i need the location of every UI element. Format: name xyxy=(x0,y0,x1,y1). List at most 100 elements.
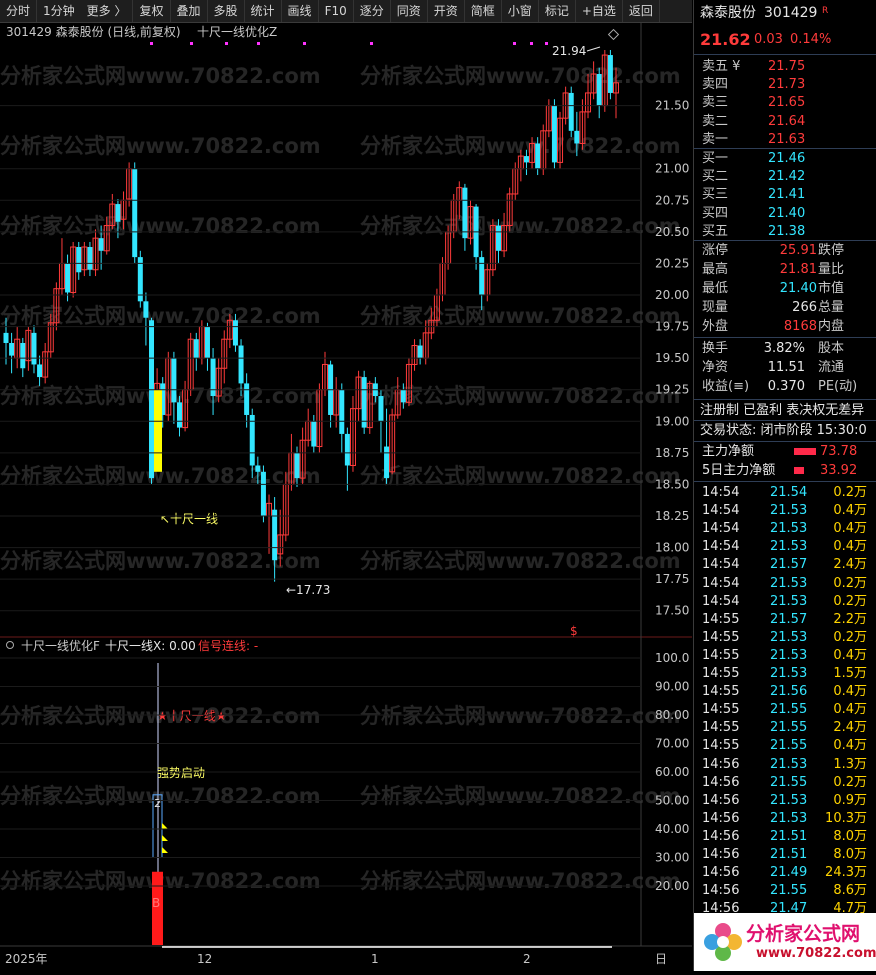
flow-row: 5日主力净额 33.92 xyxy=(702,463,858,478)
logo-text: 分析家公式网 xyxy=(746,923,861,945)
candle xyxy=(344,427,350,491)
tick-row: 14:54 21.57 2.4万 xyxy=(702,557,867,573)
toolbar-button-15[interactable]: +自选 xyxy=(576,0,623,22)
candle xyxy=(484,263,491,302)
price-change-pct: 0.14% xyxy=(790,32,832,47)
main-y-tick: 18.00 xyxy=(655,541,689,555)
tick-row: 14:56 21.51 8.0万 xyxy=(702,847,867,862)
signal-dot xyxy=(190,42,193,45)
toolbar-button-0[interactable]: 分时 xyxy=(0,0,38,22)
toolbar-button-12[interactable]: 简框 xyxy=(465,0,502,22)
toolbar-button-2[interactable]: 更多 〉 xyxy=(81,0,134,22)
stock-name: 森泰股份 xyxy=(700,5,756,21)
stat-row: 换手 3.82% 股本 xyxy=(702,341,845,356)
yellow-marker xyxy=(162,847,168,853)
quote-panel: 森泰股份 301429 R 21.62 0.03 0.14% 卖五 ¥21.75… xyxy=(693,0,876,971)
candle xyxy=(9,332,15,374)
stat-row: 收益(≡) 0.370 PE(动) xyxy=(702,379,858,394)
candle xyxy=(31,325,37,374)
candle xyxy=(193,332,199,371)
period-label[interactable]: 日 xyxy=(655,952,667,966)
main-y-tick: 20.75 xyxy=(655,193,689,207)
flow-bar xyxy=(794,448,816,455)
toolbar-button-11[interactable]: 开资 xyxy=(428,0,465,22)
toolbar-button-13[interactable]: 小窗 xyxy=(502,0,539,22)
toolbar-button-3[interactable]: 复权 xyxy=(133,0,171,22)
sub-y-tick: 70.00 xyxy=(655,737,689,751)
flow-row: 主力净额 73.78 xyxy=(702,444,858,459)
candle xyxy=(20,337,26,378)
main-indicator-name: 十尺一线优化Z xyxy=(197,25,277,39)
main-chart-title: 301429 森泰股份 (日线,前复权) xyxy=(6,24,181,39)
yellow-marker xyxy=(162,823,168,829)
price-change: 0.03 xyxy=(754,32,783,47)
candle xyxy=(607,50,613,100)
toolbar-button-4[interactable]: 叠加 xyxy=(171,0,208,22)
toolbar-button-5[interactable]: 多股 xyxy=(208,0,245,22)
candle xyxy=(328,360,334,428)
stock-tags: 注册制 已盈利 表决权无差异 xyxy=(700,403,865,418)
main-dollar-marker: $ xyxy=(570,624,578,638)
sub-signal-title: ★十尺一线★ xyxy=(157,709,227,723)
main-y-tick: 19.75 xyxy=(655,320,689,334)
candle xyxy=(81,241,88,277)
toolbar-button-1[interactable]: 1分钟 xyxy=(37,0,81,22)
toolbar-button-14[interactable]: 标记 xyxy=(539,0,576,22)
candle xyxy=(551,99,557,169)
high-annotation: 21.94 xyxy=(552,44,586,58)
tick-row: 14:55 21.56 0.4万 xyxy=(702,684,867,700)
candle xyxy=(260,465,266,523)
sub-y-tick: 100.0 xyxy=(655,651,689,665)
candle xyxy=(495,219,501,264)
ask-row: 卖四 21.73 xyxy=(702,77,806,93)
toolbar-button-16[interactable]: 返回 xyxy=(623,0,660,22)
watermark-text: 分析家公式网www.70822.com xyxy=(360,549,681,573)
site-logo: 分析家公式网 www.70822.com xyxy=(694,913,876,971)
stat-row: 最高 21.81 量比 xyxy=(702,262,845,277)
watermark-text: 分析家公式网www.70822.com xyxy=(360,784,681,808)
signal-dot xyxy=(530,42,533,45)
candle xyxy=(339,383,345,453)
sub-strong-start: 强势启动 xyxy=(157,766,205,780)
toolbar-button-9[interactable]: 逐分 xyxy=(354,0,391,22)
candle xyxy=(244,373,250,428)
diamond-icon[interactable] xyxy=(607,28,620,41)
tick-row: 14:55 21.57 2.2万 xyxy=(702,611,867,627)
ask-row: 卖五 ¥21.75 xyxy=(702,59,806,74)
candle xyxy=(333,377,340,428)
tick-row: 14:56 21.53 0.9万 xyxy=(702,792,867,808)
main-y-tick: 18.25 xyxy=(655,509,689,523)
main-y-tick: 18.50 xyxy=(655,477,689,491)
candle xyxy=(479,250,485,311)
bid-row: 买一 21.46 xyxy=(702,151,806,166)
tick-row: 14:55 21.53 0.2万 xyxy=(702,629,867,645)
chart-svg[interactable]: 分析家公式网www.70822.com 分析家公式网www.70822.com 分析… xyxy=(0,23,692,971)
candle xyxy=(266,494,273,554)
toolbar-button-6[interactable]: 统计 xyxy=(245,0,282,22)
tick-row: 14:56 21.55 0.2万 xyxy=(702,774,867,790)
watermark-text: 分析家公式网www.70822.com xyxy=(360,64,681,88)
tick-row: 14:55 21.55 0.4万 xyxy=(702,702,867,718)
tick-row: 14:54 21.53 0.4万 xyxy=(702,503,867,519)
chart-area[interactable]: 分析家公式网www.70822.com 分析家公式网www.70822.com 分析… xyxy=(0,23,692,971)
toolbar: 分时 1分钟 更多 〉复权 叠加 多股 统计 画线 F10 逐分 同资 开资 简框 小窗 标记 +自选 返回 xyxy=(0,0,692,23)
toolbar-button-8[interactable]: F10 xyxy=(319,0,354,22)
watermark-text: 分析家公式网www.70822.com xyxy=(0,64,321,88)
candle xyxy=(70,241,77,298)
sub-y-tick: 50.00 xyxy=(655,794,689,808)
sub-y-tick: 30.00 xyxy=(655,851,689,865)
sub-toggle-icon[interactable] xyxy=(6,641,14,649)
ask-row: 卖一 21.63 xyxy=(702,131,806,147)
toolbar-button-7[interactable]: 画线 xyxy=(282,0,319,22)
signal-dot xyxy=(513,42,516,45)
sub-indicator-name: 十尺一线优化F xyxy=(21,639,100,653)
candle xyxy=(204,322,210,371)
candle xyxy=(215,358,222,403)
toolbar-button-10[interactable]: 同资 xyxy=(391,0,428,22)
yellow-marker xyxy=(162,835,168,841)
stat-row: 现量 266 总量 xyxy=(702,300,845,315)
sub-indicator-value: 十尺一线X: 0.00 xyxy=(105,639,196,653)
candle xyxy=(137,250,143,308)
stat-row: 外盘 8168 内盘 xyxy=(702,319,845,334)
candle xyxy=(596,67,602,119)
